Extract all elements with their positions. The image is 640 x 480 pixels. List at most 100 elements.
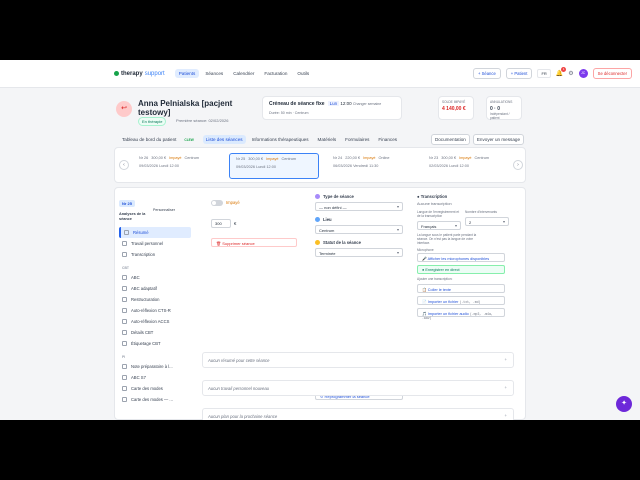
session-time: 11:30 bbox=[369, 164, 379, 168]
chevron-left-icon[interactable]: ‹ bbox=[119, 160, 129, 170]
sidebar-item-summary[interactable]: Résumé bbox=[119, 227, 191, 238]
transcription-column: ● Transcription Aucune transcription Lan… bbox=[417, 194, 511, 320]
nav-billing[interactable]: Facturation bbox=[260, 69, 291, 78]
top-nav: therapy support Patients Séances Calendri… bbox=[0, 60, 640, 88]
logout-button[interactable]: Se déconnecter bbox=[592, 68, 632, 79]
session-price: 300,00 € bbox=[151, 156, 167, 160]
delete-session-button[interactable]: 🗑 Supprimer séance bbox=[211, 238, 297, 247]
session-card[interactable]: Nr 24 220,00 € Impayé Online 06/03/2026 Ven… bbox=[327, 153, 417, 179]
tab-therapy-info[interactable]: Informations thérapeutiques bbox=[249, 135, 312, 144]
session-date: 02/03/2026 bbox=[429, 164, 449, 168]
sidebar-item-prep-note[interactable]: Note préparatoire à l... bbox=[119, 361, 191, 372]
sidebar-item-cbt-details[interactable]: Détails CBT bbox=[119, 327, 191, 338]
import-audio-button[interactable]: 🎵 Importer un fichier audio (.mp3, .m4a,… bbox=[417, 308, 505, 320]
balance-value: 4 140,00 € bbox=[442, 106, 466, 112]
nav-calendar[interactable]: Calendrier bbox=[229, 69, 258, 78]
balance-label: SOLDE IMPAYÉ bbox=[442, 100, 466, 104]
tab-forms[interactable]: Formulaires bbox=[342, 135, 372, 144]
sidebar-item-label: ABC S7 bbox=[131, 375, 146, 380]
balance-card: SOLDE IMPAYÉ 4 140,00 € bbox=[438, 96, 474, 120]
summary-accordion[interactable]: Aucun résumé pour cette séance + bbox=[202, 352, 514, 368]
status-icon bbox=[315, 240, 320, 245]
chevron-right-icon[interactable]: › bbox=[513, 160, 523, 170]
document-icon bbox=[122, 252, 127, 257]
tab-sessions[interactable]: Liste des séances bbox=[202, 134, 246, 144]
notification-badge: 1 bbox=[561, 67, 567, 72]
tab-dashboard-label: Tableau de bord du patient bbox=[122, 136, 177, 142]
sidebar-item-label: Auto-réflexion CTS-R bbox=[131, 308, 171, 313]
documentation-button[interactable]: Documentation bbox=[430, 133, 470, 145]
send-message-button[interactable]: Envoyer un message bbox=[472, 133, 524, 145]
status-select[interactable]: Terminée bbox=[315, 248, 403, 257]
settings-icon[interactable]: ⚙ bbox=[568, 70, 573, 77]
place-select[interactable]: Centrum bbox=[315, 225, 403, 234]
language-select[interactable]: FR bbox=[537, 69, 551, 78]
sidebar-item-label: Transcription bbox=[131, 252, 156, 257]
nav-patients[interactable]: Patients bbox=[174, 69, 200, 78]
next-plan-accordion[interactable]: Aucun plan pour la prochaine séance + bbox=[202, 408, 514, 420]
speakers-select[interactable]: 2 bbox=[465, 217, 509, 226]
unpaid-toggle[interactable] bbox=[211, 199, 223, 206]
personalize-button[interactable]: Personnaliser bbox=[153, 208, 175, 212]
session-card[interactable]: Nr 26 300,00 € Impayé Centrum 09/03/2026 Lu… bbox=[133, 153, 223, 179]
analysis-sidebar: Nr 25 Analyses de la séance Personnalise… bbox=[119, 192, 191, 420]
sidebar-item-abc-adaptive[interactable]: ABC adaptatif bbox=[119, 283, 191, 294]
sidebar-item-label: ABC adaptatif bbox=[131, 286, 157, 291]
document-icon bbox=[122, 286, 127, 291]
slot-title: Créneau de séance fixe bbox=[269, 101, 325, 107]
sidebar-item-label: Travail personnel bbox=[131, 241, 163, 246]
homework-accordion[interactable]: Aucun travail personnel nouveau + bbox=[202, 380, 514, 396]
bell-icon[interactable]: 🔔 1 bbox=[556, 67, 567, 77]
slot-change[interactable]: Changer semaine bbox=[353, 102, 381, 106]
sidebar-item-homework[interactable]: Travail personnel bbox=[119, 238, 191, 249]
nav-sessions[interactable]: Séances bbox=[201, 69, 227, 78]
back-arrow-icon[interactable]: ↩ bbox=[116, 101, 132, 117]
session-time: 12:00 bbox=[266, 165, 276, 169]
app-window: therapy support Patients Séances Calendri… bbox=[0, 60, 640, 420]
language-select-field[interactable]: Français bbox=[417, 221, 461, 230]
tab-finances[interactable]: Finances bbox=[375, 135, 400, 144]
logo-icon bbox=[114, 71, 119, 76]
sidebar-item-mode-map[interactable]: Carte des modes bbox=[119, 383, 191, 394]
nav-tools[interactable]: Outils bbox=[293, 69, 313, 78]
sidebar-item-cbt-labeling[interactable]: Étiquetage CBT bbox=[119, 338, 191, 349]
import-file-button[interactable]: 📄 Importer un fichier (.txt, .md) bbox=[417, 296, 505, 305]
document-icon bbox=[122, 341, 127, 346]
tab-materials[interactable]: Matériels bbox=[315, 135, 340, 144]
tab-dashboard[interactable]: Tableau de bord du patient CLEW bbox=[116, 135, 200, 144]
session-card-selected[interactable]: Nr 25 300,00 € Impayé Centrum 09/03/2026 Lu… bbox=[229, 153, 319, 179]
session-status: Impayé bbox=[266, 157, 279, 161]
record-live-button[interactable]: ● Enregistrer en direct bbox=[417, 265, 505, 274]
import-file-ext: (.txt, .md) bbox=[459, 299, 481, 304]
session-place: Centrum bbox=[474, 156, 490, 160]
new-patient-button[interactable]: + Patient bbox=[505, 68, 533, 79]
session-card[interactable]: Nr 23 300,00 € Impayé Centrum 02/03/2026 Lu… bbox=[423, 153, 513, 179]
sidebar-item-abc-s7[interactable]: ABC S7 bbox=[119, 372, 191, 383]
sidebar-item-restructuring[interactable]: Restructuration bbox=[119, 294, 191, 305]
sidebar-item-cts-r[interactable]: Auto-réflexion CTS-R bbox=[119, 305, 191, 316]
sidebar-item-label: Restructuration bbox=[131, 297, 160, 302]
logo[interactable]: therapy support bbox=[114, 71, 165, 77]
sidebar-item-label: Note préparatoire à l... bbox=[131, 364, 173, 369]
type-select[interactable]: — non défini — bbox=[315, 202, 403, 211]
sidebar-item-abc[interactable]: ABC bbox=[119, 272, 191, 283]
document-icon bbox=[122, 364, 127, 369]
show-microphones-button[interactable]: 🎤 Afficher les microphones disponibles bbox=[417, 253, 505, 262]
new-session-button[interactable]: + Séance bbox=[472, 68, 501, 79]
location-icon bbox=[315, 217, 320, 222]
avatar[interactable]: JC bbox=[578, 69, 588, 78]
session-day: Lundi bbox=[159, 164, 169, 168]
next-plan-accordion-label: Aucun plan pour la prochaine séance bbox=[208, 414, 278, 419]
sidebar-item-transcription[interactable]: Transcription bbox=[119, 249, 191, 260]
amount-input[interactable]: 300 bbox=[211, 219, 231, 228]
sidebar-item-accs[interactable]: Auto-réflexion ACCS bbox=[119, 316, 191, 327]
assistant-fab-icon[interactable]: ✦ bbox=[616, 396, 632, 412]
sidebar-item-mode-map-2[interactable]: Carte des modes — ... bbox=[119, 394, 191, 405]
language-label: Langue de l'enregistrement et de la tran… bbox=[417, 210, 460, 218]
language-note: La langue sous le patient parle pendant … bbox=[417, 233, 477, 245]
paste-text-button[interactable]: 📋 Coller le texte bbox=[417, 284, 505, 293]
document-icon bbox=[122, 386, 127, 391]
session-settings-column: Type de séance — non défini — Lieu Centr… bbox=[315, 194, 405, 257]
summary-accordion-label: Aucun résumé pour cette séance bbox=[208, 358, 270, 363]
show-microphones-label: Afficher les microphones disponibles bbox=[427, 256, 490, 261]
